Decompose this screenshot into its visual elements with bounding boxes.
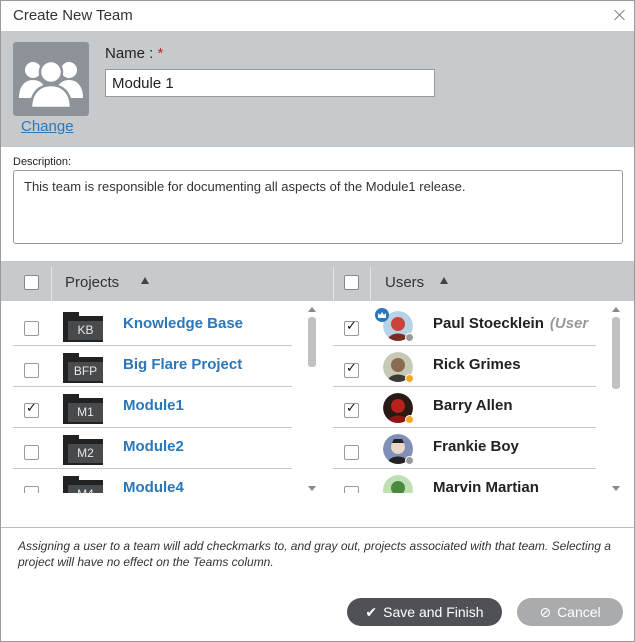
name-label: Name : * [105, 45, 164, 62]
user-checkbox[interactable] [344, 486, 359, 493]
user-checkbox[interactable] [344, 361, 359, 378]
users-column-header[interactable]: Users [385, 274, 424, 291]
status-dot [405, 415, 414, 424]
project-checkbox[interactable] [24, 363, 39, 378]
assignment-note: Assigning a user to a team will add chec… [18, 539, 611, 569]
project-checkbox[interactable] [24, 321, 39, 336]
list-item[interactable]: Barry Allen [333, 387, 596, 428]
user-name: Frankie Boy [433, 438, 519, 455]
select-all-users-checkbox[interactable] [344, 275, 359, 290]
folder-icon: M4 [63, 476, 103, 493]
save-and-finish-button[interactable]: ✔ Save and Finish [347, 598, 502, 626]
list-item[interactable]: Paul Stoecklein(User [333, 305, 596, 346]
scroll-thumb[interactable] [612, 317, 620, 389]
list-item[interactable]: M2 Module2 [13, 428, 292, 469]
status-dot [405, 374, 414, 383]
user-checkbox[interactable] [344, 445, 359, 460]
list-item[interactable]: Rick Grimes [333, 346, 596, 387]
projects-scrollbar[interactable] [306, 305, 318, 493]
description-textarea[interactable]: This team is responsible for documenting… [13, 170, 623, 244]
change-avatar-link[interactable]: Change [21, 118, 74, 135]
checkmark-icon: ✔ [365, 605, 378, 621]
user-checkbox[interactable] [344, 319, 359, 336]
footer-divider [1, 527, 634, 528]
list-item[interactable]: M4 Module4 [13, 469, 292, 493]
user-name: Marvin Martian [433, 479, 539, 493]
projects-sort-asc-icon[interactable] [141, 277, 149, 284]
user-name: Paul Stoecklein (User [433, 315, 589, 332]
scroll-down-icon[interactable] [308, 486, 316, 491]
project-name[interactable]: Knowledge Base [123, 315, 243, 332]
required-mark: * [157, 45, 164, 62]
close-icon[interactable] [614, 9, 626, 21]
project-name[interactable]: Big Flare Project [123, 356, 242, 373]
cancel-button[interactable]: ⊘ Cancel [517, 598, 623, 626]
project-name[interactable]: Module4 [123, 479, 184, 493]
user-checkbox[interactable] [344, 401, 359, 418]
create-team-dialog: Create New Team Change Name : * Descript… [0, 0, 635, 642]
users-list: Paul Stoecklein(User Rick Grimes Barry A… [333, 305, 627, 493]
list-item[interactable]: BFP Big Flare Project [13, 346, 292, 387]
dialog-title: Create New Team [13, 7, 133, 24]
crown-icon [375, 308, 389, 322]
cancel-icon: ⊘ [539, 605, 552, 621]
team-group-icon [19, 59, 83, 110]
scroll-down-icon[interactable] [612, 486, 620, 491]
description-label: Description: [13, 156, 72, 168]
dialog-titlebar: Create New Team [1, 1, 634, 31]
projects-column-header[interactable]: Projects [65, 274, 119, 291]
scroll-up-icon[interactable] [308, 307, 316, 312]
avatar [383, 475, 413, 493]
users-sort-asc-icon[interactable] [440, 277, 448, 284]
list-item[interactable]: Marvin Martian [333, 469, 596, 493]
scroll-up-icon[interactable] [612, 307, 620, 312]
list-item[interactable]: Frankie Boy [333, 428, 596, 469]
user-role: (User [549, 315, 589, 332]
team-header: Change Name : * [1, 31, 634, 147]
user-name: Barry Allen [433, 397, 513, 414]
scroll-thumb[interactable] [308, 317, 316, 367]
folder-icon: KB [63, 312, 103, 342]
grid-header: Projects Users [1, 261, 634, 301]
project-checkbox[interactable] [24, 401, 39, 418]
project-checkbox[interactable] [24, 445, 39, 460]
project-name[interactable]: Module2 [123, 438, 184, 455]
folder-icon: M1 [63, 394, 103, 424]
team-name-input[interactable] [105, 69, 435, 97]
project-name[interactable]: Module1 [123, 397, 184, 414]
folder-icon: M2 [63, 435, 103, 465]
folder-icon: BFP [63, 353, 103, 383]
project-checkbox[interactable] [24, 486, 39, 493]
users-scrollbar[interactable] [610, 305, 622, 493]
list-item[interactable]: M1 Module1 [13, 387, 292, 428]
status-dot [405, 456, 414, 465]
status-dot [405, 333, 414, 342]
user-name: Rick Grimes [433, 356, 521, 373]
projects-list: KB Knowledge Base BFP Big Flare Project … [13, 305, 319, 493]
list-item[interactable]: KB Knowledge Base [13, 305, 292, 346]
select-all-projects-checkbox[interactable] [24, 275, 39, 290]
team-avatar [13, 42, 89, 116]
